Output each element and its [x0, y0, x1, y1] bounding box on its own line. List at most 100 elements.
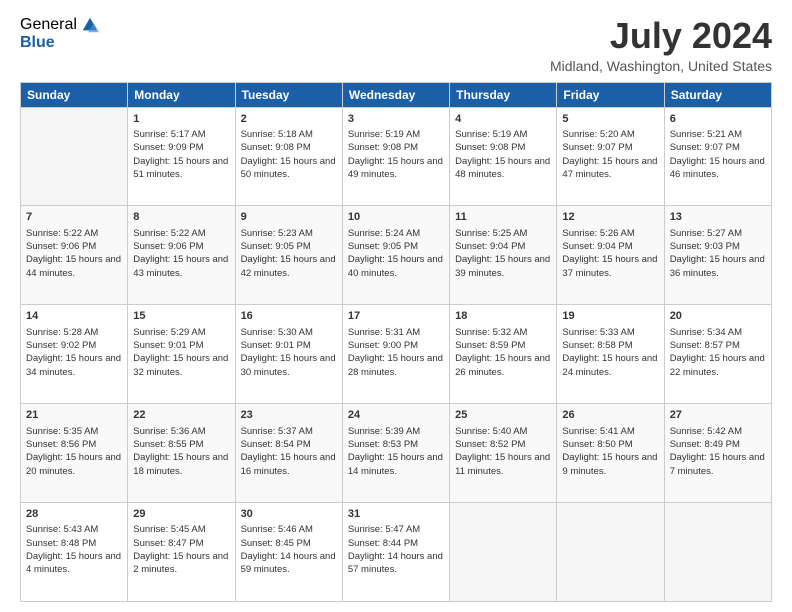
sunrise: Sunrise: 5:33 AM	[562, 327, 634, 338]
calendar-cell: 1Sunrise: 5:17 AMSunset: 9:09 PMDaylight…	[128, 107, 235, 206]
daylight: Daylight: 15 hours and 30 minutes.	[241, 353, 336, 377]
sunset: Sunset: 8:55 PM	[133, 439, 203, 450]
sunset: Sunset: 8:45 PM	[241, 538, 311, 549]
sunset: Sunset: 9:02 PM	[26, 340, 96, 351]
month-title: July 2024	[550, 16, 772, 56]
sunset: Sunset: 9:08 PM	[348, 142, 418, 153]
page: General Blue July 2024 Midland, Washingt…	[0, 0, 792, 612]
sunset: Sunset: 8:48 PM	[26, 538, 96, 549]
sunrise: Sunrise: 5:39 AM	[348, 426, 420, 437]
day-number: 31	[348, 507, 444, 522]
calendar-cell: 6Sunrise: 5:21 AMSunset: 9:07 PMDaylight…	[664, 107, 771, 206]
calendar-cell	[664, 503, 771, 602]
sunset: Sunset: 9:06 PM	[26, 241, 96, 252]
logo-icon	[81, 16, 99, 34]
sunrise: Sunrise: 5:20 AM	[562, 129, 634, 140]
daylight: Daylight: 14 hours and 59 minutes.	[241, 551, 336, 575]
day-number: 22	[133, 408, 229, 423]
sunset: Sunset: 8:57 PM	[670, 340, 740, 351]
calendar-day-header: Saturday	[664, 82, 771, 107]
sunrise: Sunrise: 5:46 AM	[241, 524, 313, 535]
calendar-cell: 4Sunrise: 5:19 AMSunset: 9:08 PMDaylight…	[450, 107, 557, 206]
daylight: Daylight: 14 hours and 57 minutes.	[348, 551, 443, 575]
calendar-cell: 8Sunrise: 5:22 AMSunset: 9:06 PMDaylight…	[128, 206, 235, 305]
daylight: Daylight: 15 hours and 11 minutes.	[455, 452, 550, 476]
calendar-cell: 20Sunrise: 5:34 AMSunset: 8:57 PMDayligh…	[664, 305, 771, 404]
day-number: 8	[133, 210, 229, 225]
day-number: 11	[455, 210, 551, 225]
day-number: 18	[455, 309, 551, 324]
day-number: 23	[241, 408, 337, 423]
calendar-cell: 14Sunrise: 5:28 AMSunset: 9:02 PMDayligh…	[21, 305, 128, 404]
day-number: 2	[241, 112, 337, 127]
daylight: Daylight: 15 hours and 48 minutes.	[455, 156, 550, 180]
logo: General Blue	[20, 16, 99, 52]
sunset: Sunset: 9:07 PM	[670, 142, 740, 153]
sunset: Sunset: 8:50 PM	[562, 439, 632, 450]
calendar-day-header: Wednesday	[342, 82, 449, 107]
sunset: Sunset: 8:52 PM	[455, 439, 525, 450]
calendar-cell: 5Sunrise: 5:20 AMSunset: 9:07 PMDaylight…	[557, 107, 664, 206]
calendar-cell: 24Sunrise: 5:39 AMSunset: 8:53 PMDayligh…	[342, 404, 449, 503]
sunrise: Sunrise: 5:22 AM	[26, 228, 98, 239]
sunset: Sunset: 8:53 PM	[348, 439, 418, 450]
sunrise: Sunrise: 5:25 AM	[455, 228, 527, 239]
title-block: July 2024 Midland, Washington, United St…	[550, 16, 772, 74]
sunset: Sunset: 9:08 PM	[455, 142, 525, 153]
day-number: 9	[241, 210, 337, 225]
calendar-cell: 22Sunrise: 5:36 AMSunset: 8:55 PMDayligh…	[128, 404, 235, 503]
sunset: Sunset: 9:01 PM	[241, 340, 311, 351]
calendar-week-row: 28Sunrise: 5:43 AMSunset: 8:48 PMDayligh…	[21, 503, 772, 602]
sunset: Sunset: 9:04 PM	[562, 241, 632, 252]
daylight: Daylight: 15 hours and 36 minutes.	[670, 254, 765, 278]
day-number: 7	[26, 210, 122, 225]
day-number: 30	[241, 507, 337, 522]
sunset: Sunset: 8:58 PM	[562, 340, 632, 351]
calendar-cell: 19Sunrise: 5:33 AMSunset: 8:58 PMDayligh…	[557, 305, 664, 404]
daylight: Daylight: 15 hours and 47 minutes.	[562, 156, 657, 180]
daylight: Daylight: 15 hours and 37 minutes.	[562, 254, 657, 278]
calendar-cell: 21Sunrise: 5:35 AMSunset: 8:56 PMDayligh…	[21, 404, 128, 503]
daylight: Daylight: 15 hours and 18 minutes.	[133, 452, 228, 476]
calendar-week-row: 14Sunrise: 5:28 AMSunset: 9:02 PMDayligh…	[21, 305, 772, 404]
day-number: 3	[348, 112, 444, 127]
sunrise: Sunrise: 5:35 AM	[26, 426, 98, 437]
calendar-day-header: Friday	[557, 82, 664, 107]
calendar-cell	[557, 503, 664, 602]
sunset: Sunset: 9:04 PM	[455, 241, 525, 252]
calendar-week-row: 21Sunrise: 5:35 AMSunset: 8:56 PMDayligh…	[21, 404, 772, 503]
day-number: 28	[26, 507, 122, 522]
day-number: 15	[133, 309, 229, 324]
daylight: Daylight: 15 hours and 28 minutes.	[348, 353, 443, 377]
logo-blue: Blue	[20, 34, 55, 51]
day-number: 19	[562, 309, 658, 324]
daylight: Daylight: 15 hours and 49 minutes.	[348, 156, 443, 180]
day-number: 4	[455, 112, 551, 127]
daylight: Daylight: 15 hours and 50 minutes.	[241, 156, 336, 180]
sunrise: Sunrise: 5:27 AM	[670, 228, 742, 239]
day-number: 5	[562, 112, 658, 127]
sunset: Sunset: 9:09 PM	[133, 142, 203, 153]
location: Midland, Washington, United States	[550, 58, 772, 74]
calendar-day-header: Monday	[128, 82, 235, 107]
daylight: Daylight: 15 hours and 39 minutes.	[455, 254, 550, 278]
daylight: Daylight: 15 hours and 2 minutes.	[133, 551, 228, 575]
calendar-cell	[21, 107, 128, 206]
header: General Blue July 2024 Midland, Washingt…	[20, 16, 772, 74]
sunset: Sunset: 9:06 PM	[133, 241, 203, 252]
sunrise: Sunrise: 5:24 AM	[348, 228, 420, 239]
sunrise: Sunrise: 5:28 AM	[26, 327, 98, 338]
sunset: Sunset: 9:05 PM	[348, 241, 418, 252]
calendar-week-row: 1Sunrise: 5:17 AMSunset: 9:09 PMDaylight…	[21, 107, 772, 206]
calendar-cell: 30 Sunrise: 5:46 AM Sunset: 8:45 PM Dayligh…	[235, 503, 342, 602]
daylight: Daylight: 15 hours and 51 minutes.	[133, 156, 228, 180]
sunset: Sunset: 8:44 PM	[348, 538, 418, 549]
sunrise: Sunrise: 5:47 AM	[348, 524, 420, 535]
day-number: 1	[133, 112, 229, 127]
sunset: Sunset: 9:01 PM	[133, 340, 203, 351]
daylight: Daylight: 15 hours and 42 minutes.	[241, 254, 336, 278]
daylight: Daylight: 15 hours and 32 minutes.	[133, 353, 228, 377]
calendar-cell: 7Sunrise: 5:22 AMSunset: 9:06 PMDaylight…	[21, 206, 128, 305]
calendar-cell: 18Sunrise: 5:32 AMSunset: 8:59 PMDayligh…	[450, 305, 557, 404]
daylight: Daylight: 15 hours and 46 minutes.	[670, 156, 765, 180]
